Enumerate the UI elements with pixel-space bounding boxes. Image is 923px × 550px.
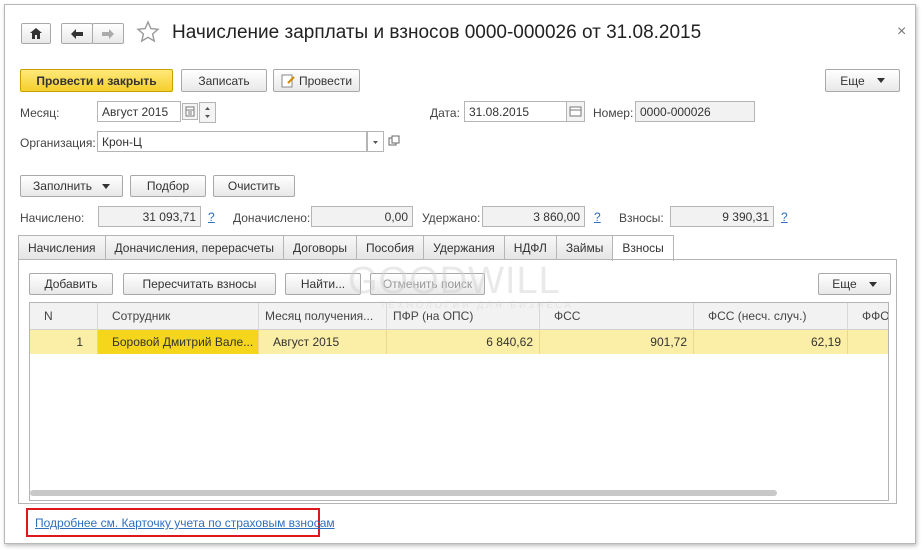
fss-cell[interactable]: 901,72 bbox=[540, 330, 694, 354]
home-icon bbox=[30, 28, 42, 39]
tab-contracts[interactable]: Договоры bbox=[283, 235, 357, 260]
arrow-right-icon bbox=[102, 28, 114, 39]
withheld-help-link[interactable]: ? bbox=[594, 210, 601, 224]
date-field[interactable]: 31.08.2015 bbox=[464, 101, 568, 122]
number-field[interactable]: 0000-000026 bbox=[635, 101, 755, 122]
accrued-value: 31 093,71 bbox=[98, 206, 201, 227]
stepper-arrows-icon bbox=[205, 107, 210, 118]
tab-deductions[interactable]: Удержания bbox=[423, 235, 505, 260]
column-header-n[interactable]: N bbox=[30, 303, 98, 330]
column-header-ffoms[interactable]: ФФО bbox=[848, 303, 888, 330]
tab-contributions[interactable]: Взносы bbox=[612, 235, 674, 261]
post-button-label: Провести bbox=[298, 73, 353, 88]
table-header: N Сотрудник Месяц получения... ПФР (на О… bbox=[30, 303, 888, 330]
arrow-left-icon bbox=[71, 28, 83, 39]
cancel-search-button[interactable]: Отменить поиск bbox=[370, 273, 485, 295]
tab-recalculations[interactable]: Доначисления, перерасчеты bbox=[104, 235, 285, 260]
add-button[interactable]: Добавить bbox=[29, 273, 113, 295]
document-window: Начисление зарплаты и взносов 0000-00002… bbox=[4, 4, 916, 544]
close-icon[interactable]: × bbox=[897, 23, 906, 41]
column-header-fss-accident[interactable]: ФСС (несч. случ.) bbox=[694, 303, 848, 330]
panel-more-label: Еще bbox=[832, 277, 857, 291]
contributions-help-link[interactable]: ? bbox=[781, 210, 788, 224]
month-cell[interactable]: Август 2015 bbox=[259, 330, 387, 354]
dropdown-arrow-icon bbox=[876, 78, 885, 83]
extra-accrued-label: Доначислено: bbox=[233, 211, 311, 225]
highlight-box: Подробнее см. Карточку учета по страховы… bbox=[26, 508, 335, 537]
clear-button[interactable]: Очистить bbox=[213, 175, 295, 197]
fill-button[interactable]: Заполнить bbox=[20, 175, 123, 197]
horizontal-scrollbar[interactable] bbox=[30, 490, 777, 496]
post-button[interactable]: Провести bbox=[273, 69, 360, 92]
month-label: Месяц: bbox=[20, 106, 60, 120]
fss-accident-cell[interactable]: 62,19 bbox=[694, 330, 848, 354]
withheld-value: 3 860,00 bbox=[482, 206, 585, 227]
contributions-label: Взносы: bbox=[619, 211, 664, 225]
ffoms-cell[interactable] bbox=[848, 330, 888, 354]
contributions-panel: Добавить Пересчитать взносы Найти... Отм… bbox=[18, 259, 897, 504]
extra-accrued-value: 0,00 bbox=[311, 206, 413, 227]
window-title: Начисление зарплаты и взносов 0000-00002… bbox=[172, 22, 702, 43]
number-label: Номер: bbox=[593, 106, 634, 120]
tab-accruals[interactable]: Начисления bbox=[18, 235, 106, 260]
tab-bar: Начисления Доначисления, перерасчеты Дог… bbox=[18, 235, 674, 261]
pick-button[interactable]: Подбор bbox=[130, 175, 206, 197]
withheld-label: Удержано: bbox=[422, 211, 481, 225]
recalculate-contributions-button[interactable]: Пересчитать взносы bbox=[123, 273, 276, 295]
save-button[interactable]: Записать bbox=[181, 69, 267, 92]
pfr-cell[interactable]: 6 840,62 bbox=[387, 330, 540, 354]
month-field[interactable]: Август 2015 bbox=[97, 101, 181, 122]
more-menu-label: Еще bbox=[840, 73, 865, 88]
post-document-icon bbox=[281, 74, 295, 87]
column-header-pfr[interactable]: ПФР (на ОПС) bbox=[387, 303, 540, 330]
home-button[interactable] bbox=[21, 23, 51, 44]
organization-label: Организация: bbox=[20, 136, 96, 150]
column-header-employee[interactable]: Сотрудник bbox=[98, 303, 259, 330]
contributions-table[interactable]: N Сотрудник Месяц получения... ПФР (на О… bbox=[29, 302, 889, 501]
tab-ndfl[interactable]: НДФЛ bbox=[503, 235, 557, 260]
fill-button-label: Заполнить bbox=[33, 179, 92, 193]
calendar-picker-icon[interactable] bbox=[182, 103, 198, 120]
accrued-label: Начислено: bbox=[20, 211, 85, 225]
organization-field[interactable]: Крон-Ц bbox=[97, 131, 367, 152]
forward-button[interactable] bbox=[92, 23, 124, 44]
dropdown-arrow-icon bbox=[868, 281, 877, 287]
more-menu-button[interactable]: Еще bbox=[825, 69, 900, 92]
organization-dropdown-button[interactable] bbox=[367, 131, 384, 152]
open-organization-icon[interactable] bbox=[387, 134, 401, 151]
date-label: Дата: bbox=[430, 106, 460, 120]
favorite-star-icon[interactable] bbox=[136, 20, 160, 47]
employee-cell[interactable]: Боровой Дмитрий Вале... bbox=[98, 330, 259, 354]
month-stepper[interactable] bbox=[199, 102, 216, 123]
contribution-card-link[interactable]: Подробнее см. Карточку учета по страховы… bbox=[35, 516, 335, 530]
tab-benefits[interactable]: Пособия bbox=[355, 235, 425, 260]
table-row[interactable]: 1 Боровой Дмитрий Вале... Август 2015 6 … bbox=[30, 330, 888, 354]
dropdown-arrow-icon bbox=[101, 183, 110, 189]
column-header-month[interactable]: Месяц получения... bbox=[259, 303, 387, 330]
find-button[interactable]: Найти... bbox=[285, 273, 361, 295]
contributions-value: 9 390,31 bbox=[670, 206, 774, 227]
row-number-cell: 1 bbox=[30, 330, 98, 354]
post-and-close-button[interactable]: Провести и закрыть bbox=[20, 69, 173, 92]
date-calendar-icon[interactable] bbox=[566, 101, 585, 122]
panel-more-button[interactable]: Еще bbox=[818, 273, 891, 295]
back-button[interactable] bbox=[61, 23, 93, 44]
chevron-down-icon bbox=[373, 141, 378, 144]
accrued-help-link[interactable]: ? bbox=[208, 210, 215, 224]
column-header-fss[interactable]: ФСС bbox=[540, 303, 694, 330]
tab-loans[interactable]: Займы bbox=[555, 235, 614, 260]
